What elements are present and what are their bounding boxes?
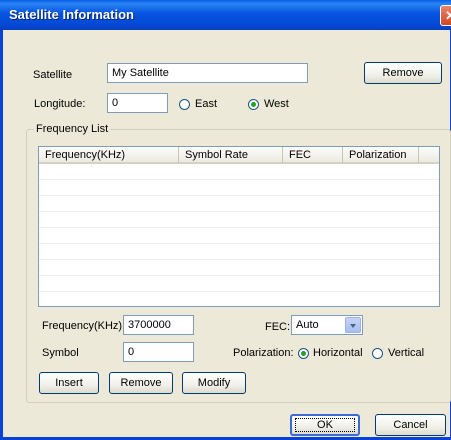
- fec-label: FEC:: [265, 321, 291, 333]
- east-label: East: [195, 98, 218, 110]
- remove-satellite-button[interactable]: Remove: [364, 62, 442, 84]
- satellite-information-dialog: Satellite Information ✕ Satellite Remove…: [0, 0, 451, 440]
- vertical-label: Vertical: [388, 347, 425, 359]
- table-row: [39, 196, 439, 212]
- satellite-name-input[interactable]: [107, 63, 308, 83]
- west-radio[interactable]: [248, 99, 259, 110]
- frequency-input[interactable]: [123, 315, 194, 335]
- frequency-list-group-label: Frequency List: [34, 123, 111, 135]
- column-header-fec[interactable]: FEC: [283, 147, 343, 164]
- satellite-label: Satellite: [33, 69, 73, 81]
- table-row: [39, 276, 439, 292]
- fec-select[interactable]: Auto: [291, 315, 363, 335]
- remove-entry-button[interactable]: Remove: [109, 372, 173, 394]
- table-row: [39, 164, 439, 180]
- frequency-label: Frequency(KHz):: [42, 320, 126, 332]
- fec-selected-value: Auto: [296, 319, 319, 331]
- table-row: [39, 292, 439, 306]
- ok-focus-rect: [295, 418, 355, 432]
- east-radio[interactable]: [179, 99, 190, 110]
- cancel-button[interactable]: Cancel: [375, 414, 446, 436]
- insert-button[interactable]: Insert: [39, 372, 99, 394]
- table-row: [39, 180, 439, 196]
- ok-button[interactable]: OK: [290, 414, 360, 436]
- title-bar[interactable]: Satellite Information ✕: [0, 0, 451, 30]
- column-header-symbol-rate[interactable]: Symbol Rate: [179, 147, 283, 164]
- modify-button[interactable]: Modify: [182, 372, 246, 394]
- close-icon[interactable]: ✕: [440, 5, 451, 26]
- vertical-radio[interactable]: [372, 348, 383, 359]
- window-title: Satellite Information: [9, 7, 134, 22]
- symbol-label: Symbol: [42, 347, 79, 359]
- longitude-label: Longitude:: [34, 98, 86, 110]
- horizontal-radio[interactable]: [298, 348, 309, 359]
- column-header-filler: [419, 147, 439, 164]
- table-row: [39, 260, 439, 276]
- west-label: West: [264, 98, 289, 110]
- horizontal-label: Horizontal: [313, 347, 363, 359]
- polarization-label: Polarization:: [233, 347, 294, 359]
- table-row: [39, 244, 439, 260]
- table-row: [39, 212, 439, 228]
- longitude-input[interactable]: [107, 93, 168, 113]
- column-header-polarization[interactable]: Polarization: [343, 147, 419, 164]
- frequency-list[interactable]: Frequency(KHz) Symbol Rate FEC Polarizat…: [38, 146, 440, 307]
- column-header-frequency[interactable]: Frequency(KHz): [39, 147, 179, 164]
- symbol-input[interactable]: [123, 342, 194, 362]
- table-row: [39, 228, 439, 244]
- chevron-down-icon[interactable]: [345, 317, 361, 333]
